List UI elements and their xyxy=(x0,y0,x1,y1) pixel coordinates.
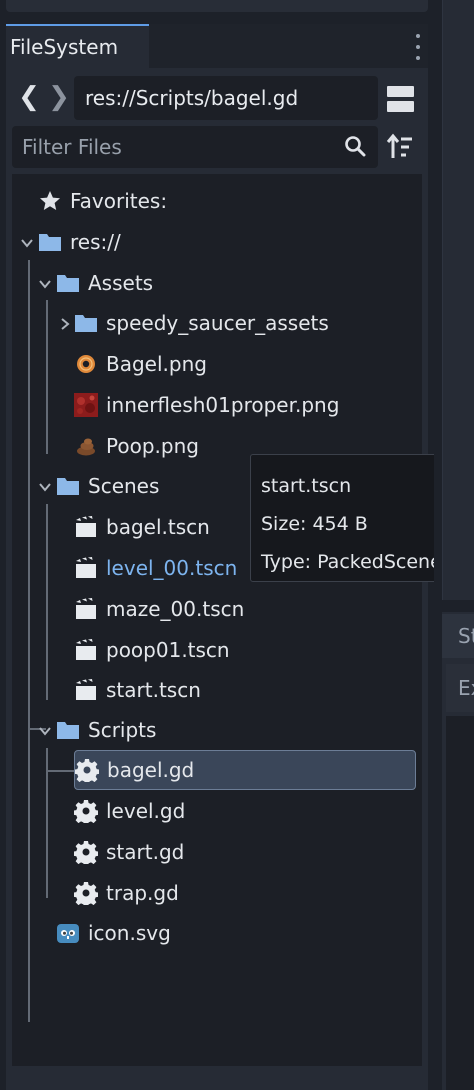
clapperboard-icon xyxy=(76,639,96,660)
chevron-right-icon[interactable] xyxy=(58,317,72,331)
folder-label: res:// xyxy=(70,230,121,254)
tree-folder-scripts[interactable]: Scripts xyxy=(56,713,156,747)
tree-folder-speedy-saucer-assets[interactable]: speedy_saucer_assets xyxy=(74,306,329,340)
file-label: level.gd xyxy=(106,799,186,823)
clapperboard-icon xyxy=(76,516,96,537)
tree-file-innerflesh-png[interactable]: innerflesh01proper.png xyxy=(74,388,339,422)
file-label: innerflesh01proper.png xyxy=(106,393,340,417)
split-view-toggle-button[interactable] xyxy=(387,86,414,112)
file-label: start.tscn xyxy=(106,678,201,702)
history-forward-button[interactable]: ❯ xyxy=(48,82,70,114)
poop-thumbnail-icon xyxy=(77,438,95,456)
tree-file-maze-00-tscn[interactable]: maze_00.tscn xyxy=(74,592,244,626)
file-tree: Favorites: res:// Assets speedy_saucer_a… xyxy=(12,174,422,1066)
path-input[interactable]: res://Scripts/bagel.gd xyxy=(74,76,378,120)
gear-icon xyxy=(74,841,98,864)
folder-icon xyxy=(57,722,79,739)
file-label: Poop.png xyxy=(106,434,199,458)
dock-menu-icon[interactable] xyxy=(414,34,422,60)
file-label: poop01.tscn xyxy=(106,638,230,662)
tree-file-bagel-tscn[interactable]: bagel.tscn xyxy=(74,510,210,544)
folder-icon xyxy=(39,234,61,251)
folder-icon xyxy=(57,478,79,495)
top-panel-edge xyxy=(6,0,428,12)
tree-file-bagel-gd[interactable]: bagel.gd xyxy=(74,750,416,790)
file-label: start.gd xyxy=(106,840,185,864)
tree-file-icon-svg[interactable]: icon.svg xyxy=(56,916,171,950)
favorites-row[interactable]: Favorites: xyxy=(38,184,167,218)
tree-file-bagel-png[interactable]: Bagel.png xyxy=(74,347,207,381)
gear-icon xyxy=(75,759,99,782)
tree-guide-scenes xyxy=(46,504,48,700)
file-tooltip: start.tscn Size: 454 B Type: PackedScene xyxy=(250,454,465,582)
folder-label: speedy_saucer_assets xyxy=(106,311,329,335)
sort-icon[interactable] xyxy=(386,133,414,161)
folder-icon xyxy=(75,315,97,332)
filter-files-input[interactable] xyxy=(12,126,342,168)
clapperboard-icon xyxy=(76,557,96,578)
tree-file-start-gd[interactable]: start.gd xyxy=(74,835,184,869)
tree-file-trap-gd[interactable]: trap.gd xyxy=(74,876,179,910)
tree-folder-scenes[interactable]: Scenes xyxy=(56,469,159,503)
chevron-down-icon[interactable] xyxy=(38,277,52,291)
tab-partial-1[interactable]: St xyxy=(442,614,474,658)
right-dock-upper xyxy=(442,0,474,600)
tree-file-level-00-tscn[interactable]: level_00.tscn xyxy=(74,551,237,585)
file-label: bagel.gd xyxy=(107,758,195,782)
file-label: trap.gd xyxy=(106,881,179,905)
favorites-label: Favorites: xyxy=(70,189,168,213)
tree-file-start-tscn[interactable]: start.tscn xyxy=(74,673,201,707)
chevron-down-icon[interactable] xyxy=(38,480,52,494)
godot-logo-icon xyxy=(57,924,79,943)
tree-guide-assets xyxy=(46,300,48,454)
tree-guide-root xyxy=(28,260,30,1022)
file-label: maze_00.tscn xyxy=(106,597,245,621)
bagel-thumbnail-icon xyxy=(77,355,95,373)
file-label: Bagel.png xyxy=(106,352,207,376)
folder-label: Assets xyxy=(88,271,154,295)
clapperboard-icon xyxy=(76,679,96,700)
gear-icon xyxy=(74,882,98,905)
gear-icon xyxy=(74,800,98,823)
history-back-button[interactable]: ❮ xyxy=(18,82,40,114)
tree-folder-res[interactable]: res:// xyxy=(38,225,121,259)
file-label: bagel.tscn xyxy=(106,515,210,539)
folder-label: Scenes xyxy=(88,474,160,498)
folder-label: Scripts xyxy=(88,718,157,742)
filter-files-field xyxy=(12,126,378,168)
folder-icon xyxy=(57,275,79,292)
tab-filesystem[interactable]: FileSystem xyxy=(6,24,149,68)
dock-tab-bar: FileSystem xyxy=(6,24,428,68)
flesh-texture-thumbnail-icon xyxy=(74,393,98,417)
tree-folder-assets[interactable]: Assets xyxy=(56,266,153,300)
tab-partial-2[interactable]: Ex xyxy=(446,664,474,712)
search-icon[interactable] xyxy=(344,135,366,157)
tree-file-level-gd[interactable]: level.gd xyxy=(74,794,185,828)
star-icon xyxy=(40,191,60,210)
file-label: level_00.tscn xyxy=(106,556,238,580)
chevron-down-icon[interactable] xyxy=(38,724,52,738)
tree-file-poop01-tscn[interactable]: poop01.tscn xyxy=(74,633,230,667)
file-label: icon.svg xyxy=(88,921,171,945)
tree-guide-selected xyxy=(46,770,76,772)
right-dock-content xyxy=(446,716,474,1090)
tree-file-poop-png[interactable]: Poop.png xyxy=(74,429,199,463)
chevron-down-icon[interactable] xyxy=(20,236,34,250)
clapperboard-icon xyxy=(76,598,96,619)
